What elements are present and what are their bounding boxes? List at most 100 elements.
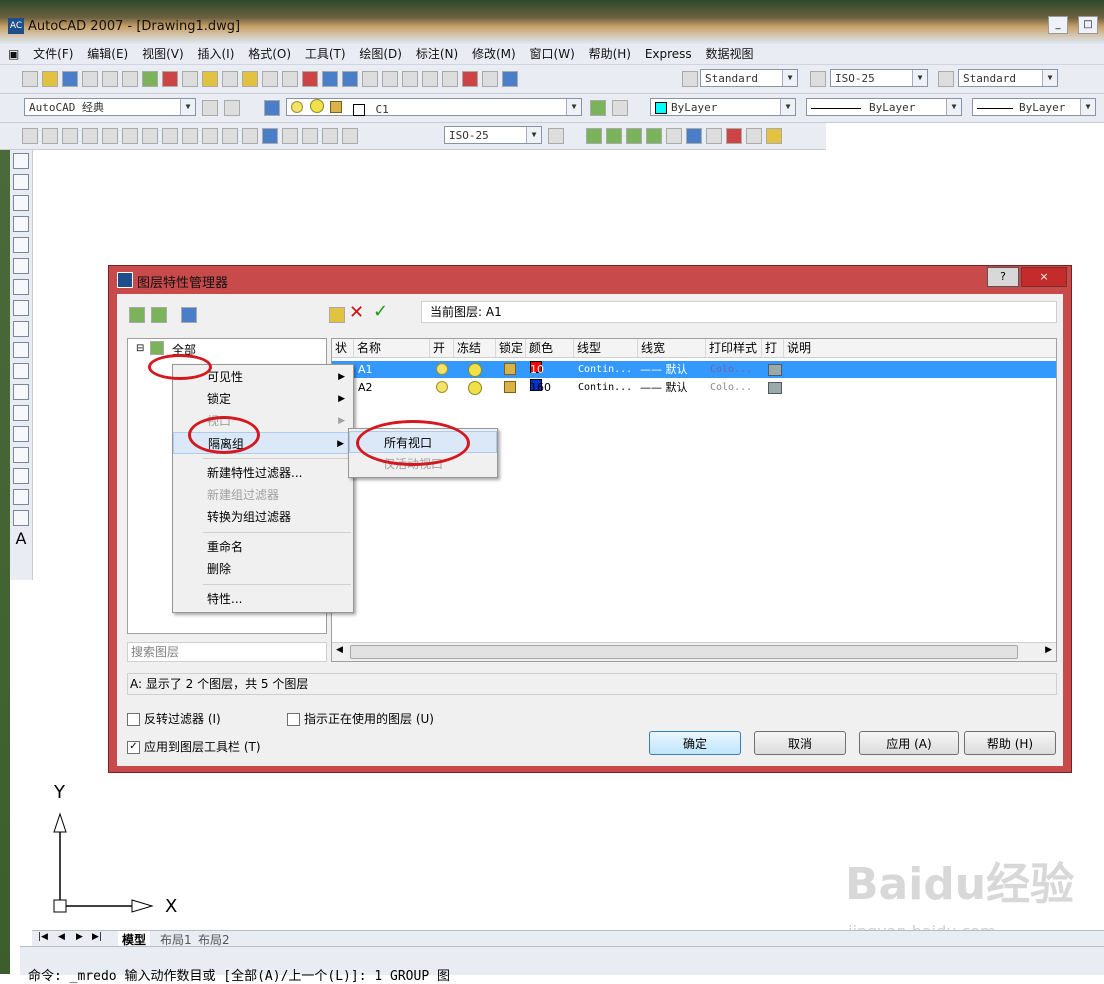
menu-item-new-property-filter[interactable]: 新建特性过滤器... <box>173 462 353 484</box>
chevron-down-icon[interactable]: ▼ <box>1042 70 1057 86</box>
horizontal-scrollbar[interactable]: ◀ ▶ <box>332 642 1056 661</box>
arc-icon[interactable] <box>13 258 29 274</box>
plot-icon[interactable] <box>142 71 158 87</box>
lineweight-combo[interactable]: ByLayer ▼ <box>972 98 1096 116</box>
checkbox-box[interactable] <box>127 713 140 726</box>
scrollbar-thumb[interactable] <box>350 645 1018 659</box>
chevron-down-icon[interactable]: ▼ <box>180 99 195 115</box>
copy-icon[interactable] <box>182 71 198 87</box>
col-plot[interactable]: 打 <box>762 339 784 357</box>
layer-tool-10-icon[interactable] <box>766 128 782 144</box>
col-lock[interactable]: 锁定 <box>496 339 526 357</box>
text-style-combo[interactable]: Standard ▼ <box>700 69 798 87</box>
menu-view[interactable]: 视图(V) <box>137 44 189 64</box>
set-current-icon[interactable]: ✓ <box>373 301 388 322</box>
apply-to-toolbar-checkbox[interactable]: ✓ 应用到图层工具栏 (T) <box>127 738 261 755</box>
workspace-settings-icon[interactable] <box>202 100 218 116</box>
layer-row[interactable]: A2 160 Contin... —— 默认 Colo... <box>332 379 1056 396</box>
scroll-right-icon[interactable]: ▶ <box>1045 645 1052 655</box>
pan-icon[interactable] <box>302 71 318 87</box>
dim-baseline-icon[interactable] <box>202 128 218 144</box>
sheet-set-icon[interactable] <box>442 71 458 87</box>
layer-row[interactable]: A1 10 Contin... —— 默认 Colo... <box>332 361 1056 378</box>
autocad-app-icon[interactable]: AC <box>8 18 24 34</box>
checkbox-box[interactable] <box>287 713 300 726</box>
menu-format[interactable]: 格式(O) <box>243 44 296 64</box>
open-icon[interactable] <box>42 71 58 87</box>
dim-angular-icon[interactable] <box>162 128 178 144</box>
col-description[interactable]: 说明 <box>784 339 844 357</box>
design-center-icon[interactable] <box>402 71 418 87</box>
tool-palettes-icon[interactable] <box>422 71 438 87</box>
chevron-down-icon[interactable]: ▼ <box>912 70 927 86</box>
col-plotstyle[interactable]: 打印样式 <box>706 339 762 357</box>
quick-leader-icon[interactable] <box>242 128 258 144</box>
make-current-icon[interactable] <box>590 100 606 116</box>
dim-continue-icon[interactable] <box>222 128 238 144</box>
layer-linetype[interactable]: Contin... <box>578 361 632 378</box>
dim-style-combo[interactable]: ISO-25 ▼ <box>830 69 928 87</box>
circle-icon[interactable] <box>13 279 29 295</box>
spline-icon[interactable] <box>13 321 29 337</box>
dim-aligned-icon[interactable] <box>42 128 58 144</box>
menu-item-lock[interactable]: 锁定 ▶ <box>173 388 353 410</box>
multiline-text-icon[interactable]: A <box>13 531 29 547</box>
new-property-filter-icon[interactable] <box>129 307 145 323</box>
ellipse-arc-icon[interactable] <box>13 363 29 379</box>
dim-style-icon[interactable] <box>810 71 826 87</box>
chevron-down-icon[interactable]: ▼ <box>782 70 797 86</box>
col-name[interactable]: 名称 <box>354 339 430 357</box>
col-status[interactable]: 状 <box>332 339 354 357</box>
menu-help[interactable]: 帮助(H) <box>584 44 636 64</box>
tab-nav-last-icon[interactable]: ▶| <box>92 932 102 942</box>
properties-icon[interactable] <box>382 71 398 87</box>
cut-icon[interactable] <box>162 71 178 87</box>
layer-tool-2-icon[interactable] <box>606 128 622 144</box>
construction-line-icon[interactable] <box>13 174 29 190</box>
search-layers-input[interactable]: 搜索图层 <box>127 642 327 662</box>
help-icon[interactable] <box>502 71 518 87</box>
menu-item-properties[interactable]: 特性... <box>173 588 353 610</box>
layer-linetype[interactable]: Contin... <box>578 379 632 396</box>
layer-lineweight[interactable]: —— 默认 <box>640 379 688 396</box>
invert-filter-checkbox[interactable]: 反转过滤器 (I) <box>127 710 221 727</box>
block-editor-icon[interactable] <box>242 71 258 87</box>
polygon-icon[interactable] <box>13 216 29 232</box>
delete-layer-icon[interactable]: ✕ <box>349 302 364 323</box>
cancel-button[interactable]: 取消 <box>754 731 846 755</box>
calculator-icon[interactable] <box>482 71 498 87</box>
layer-tool-5-icon[interactable] <box>666 128 682 144</box>
chevron-down-icon[interactable]: ▼ <box>1080 99 1095 115</box>
dim-jogged-icon[interactable] <box>122 128 138 144</box>
command-line[interactable]: 命令: _mredo 输入动作数目或 [全部(A)/上一个(L)]: 1 GRO… <box>20 946 1104 984</box>
new-layer-icon[interactable] <box>329 307 345 323</box>
save-icon[interactable] <box>62 71 78 87</box>
layer-tool-8-icon[interactable] <box>726 128 742 144</box>
menu-window[interactable]: 窗口(W) <box>525 44 580 64</box>
dialog-close-button[interactable]: × <box>1021 267 1067 287</box>
zoom-realtime-icon[interactable] <box>322 71 338 87</box>
chevron-down-icon[interactable]: ▼ <box>780 99 795 115</box>
layer-list-panel[interactable]: 状 名称 开 冻结 锁定 颜色 线型 线宽 打印样式 打 说明 A1 10 Co… <box>331 338 1057 662</box>
menu-edit[interactable]: 编辑(E) <box>82 44 133 64</box>
chevron-down-icon[interactable]: ▼ <box>566 99 581 115</box>
dim-update-icon[interactable] <box>342 128 358 144</box>
dim-radius-icon[interactable] <box>102 128 118 144</box>
paste-icon[interactable] <box>202 71 218 87</box>
point-icon[interactable] <box>13 426 29 442</box>
quick-dim-icon[interactable] <box>182 128 198 144</box>
layer-lineweight[interactable]: —— 默认 <box>640 361 688 378</box>
gradient-icon[interactable] <box>13 468 29 484</box>
tolerance-icon[interactable] <box>262 128 278 144</box>
line-icon[interactable] <box>13 153 29 169</box>
col-color[interactable]: 颜色 <box>526 339 574 357</box>
markup-icon[interactable] <box>462 71 478 87</box>
layer-tool-9-icon[interactable] <box>746 128 762 144</box>
dialog-help-button[interactable]: ? <box>987 267 1019 287</box>
hatch-icon[interactable] <box>13 447 29 463</box>
layer-manager-icon[interactable] <box>264 100 280 116</box>
menu-file[interactable]: 文件(F) <box>28 44 78 64</box>
menu-dataview[interactable]: 数据视图 <box>701 44 759 64</box>
layer-previous-icon[interactable] <box>612 100 628 116</box>
region-icon[interactable] <box>13 489 29 505</box>
